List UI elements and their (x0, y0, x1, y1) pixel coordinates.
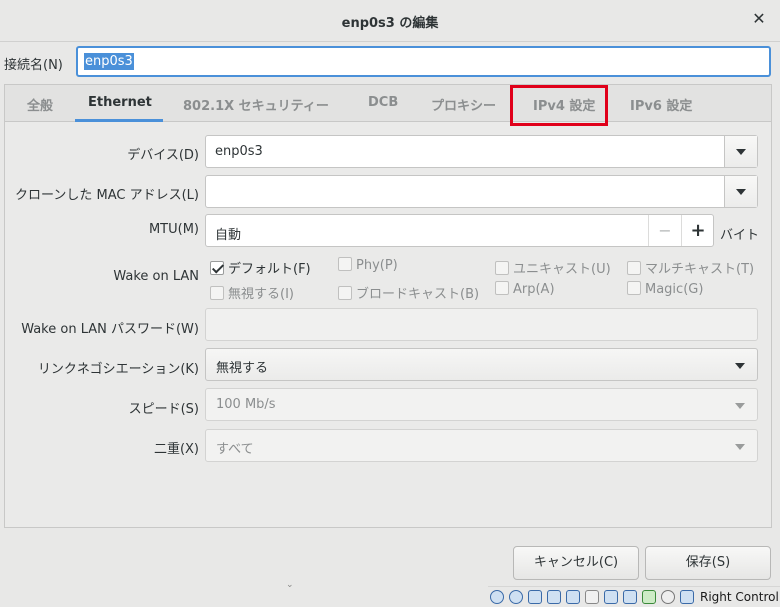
optical-drive-icon[interactable] (509, 590, 523, 604)
connection-name-input[interactable]: enp0s3 (76, 46, 771, 77)
checkbox-icon (627, 261, 641, 275)
display-icon[interactable] (604, 590, 618, 604)
ipv4-tab-highlight (510, 85, 608, 126)
device-combo[interactable]: enp0s3 (205, 135, 758, 168)
tab-general[interactable]: 全般 (27, 95, 53, 114)
wol-arp-checkbox[interactable]: Arp(A) (495, 281, 555, 297)
hard-disk-icon[interactable] (490, 590, 504, 604)
wol-unicast-checkbox[interactable]: ユニキャスト(U) (495, 258, 611, 277)
checkbox-icon (210, 286, 224, 300)
host-key-label: Right Control (700, 590, 779, 604)
mouse-integration-icon[interactable] (661, 590, 675, 604)
wol-default-checkbox[interactable]: デフォルト(F) (210, 258, 311, 277)
chevron-down-icon (735, 363, 745, 369)
checkbox-checked-icon (210, 261, 224, 275)
wol-multicast-label: マルチキャスト(T) (645, 262, 755, 277)
tab-ipv6-settings[interactable]: IPv6 設定 (630, 95, 692, 114)
wake-on-lan-label: Wake on LAN (113, 269, 199, 284)
duplex-dropdown[interactable]: すべて (205, 429, 758, 462)
checkbox-icon (338, 257, 352, 271)
device-value: enp0s3 (215, 144, 263, 159)
device-dropdown-button[interactable] (724, 136, 757, 167)
save-button[interactable]: 保存(S) (645, 546, 771, 580)
usb-icon[interactable] (566, 590, 580, 604)
link-negotiation-label: リンクネゴシエーション(K) (37, 362, 199, 377)
mtu-decrement-button[interactable]: − (648, 215, 681, 246)
chevron-down-icon (736, 189, 746, 195)
vm-status-bar: Right Control (488, 586, 780, 607)
checkbox-icon (495, 281, 509, 295)
wol-broadcast-label: ブロードキャスト(B) (356, 287, 480, 302)
wol-ignore-label: 無視する(I) (228, 287, 294, 302)
checkbox-icon (627, 281, 641, 295)
wol-broadcast-checkbox[interactable]: ブロードキャスト(B) (338, 283, 479, 302)
duplex-label: 二重(X) (153, 442, 199, 457)
wol-multicast-checkbox[interactable]: マルチキャスト(T) (627, 258, 754, 277)
checkbox-icon (338, 286, 352, 300)
chevron-down-icon (736, 149, 746, 155)
link-negotiation-value: 無視する (216, 361, 269, 376)
connection-name-value: enp0s3 (84, 53, 134, 70)
chevron-down-icon (735, 403, 745, 409)
wol-default-label: デフォルト(F) (228, 262, 311, 277)
device-label: デバイス(D) (127, 148, 199, 163)
close-icon[interactable]: ✕ (750, 10, 768, 28)
wol-magic-label: Magic(G) (645, 282, 704, 297)
link-negotiation-dropdown[interactable]: 無視する (205, 348, 758, 381)
video-capture-icon[interactable] (623, 590, 637, 604)
tab-proxy[interactable]: プロキシー (431, 95, 496, 114)
wol-password-label: Wake on LAN パスワード(W) (21, 322, 199, 337)
network-icon[interactable] (547, 590, 561, 604)
wol-ignore-checkbox[interactable]: 無視する(I) (210, 283, 294, 302)
mtu-unit: バイト (720, 228, 760, 243)
cloned-mac-combo[interactable] (205, 175, 758, 208)
active-tab-indicator (75, 119, 163, 122)
wol-magic-checkbox[interactable]: Magic(G) (627, 281, 703, 297)
mtu-spinbox[interactable]: 自動 − + (205, 214, 714, 247)
resize-handle-icon[interactable]: ⌄ (286, 580, 294, 590)
wol-arp-label: Arp(A) (513, 282, 555, 297)
shared-folders-icon[interactable] (585, 590, 599, 604)
wol-unicast-label: ユニキャスト(U) (513, 262, 611, 277)
tab-dcb[interactable]: DCB (368, 95, 398, 110)
speed-value: 100 Mb/s (216, 397, 276, 412)
window-title: enp0s3 の編集 (341, 16, 439, 31)
wol-phy-checkbox[interactable]: Phy(P) (338, 257, 398, 273)
mtu-increment-button[interactable]: + (681, 215, 714, 246)
speed-label: スピード(S) (128, 402, 199, 417)
cloned-mac-dropdown-button[interactable] (724, 176, 757, 207)
checkbox-icon (495, 261, 509, 275)
chevron-down-icon (735, 444, 745, 450)
title-bar: enp0s3 の編集 ✕ (0, 0, 780, 42)
duplex-value: すべて (216, 442, 254, 457)
cancel-button[interactable]: キャンセル(C) (513, 546, 639, 580)
wol-password-input[interactable] (205, 308, 758, 341)
cpu-icon[interactable] (642, 590, 656, 604)
tab-ethernet[interactable]: Ethernet (88, 95, 152, 110)
tab-8021x-security[interactable]: 802.1X セキュリティー (183, 95, 329, 114)
cloned-mac-label: クローンした MAC アドレス(L) (15, 188, 199, 203)
tab-bar: 全般 Ethernet 802.1X セキュリティー DCB プロキシー IPv… (5, 85, 771, 122)
speed-dropdown[interactable]: 100 Mb/s (205, 388, 758, 421)
mtu-value: 自動 (215, 228, 242, 243)
audio-icon[interactable] (528, 590, 542, 604)
connection-name-label: 接続名(N) (4, 58, 63, 73)
keyboard-icon[interactable] (680, 590, 694, 604)
wol-phy-label: Phy(P) (356, 258, 398, 273)
mtu-label: MTU(M) (148, 222, 199, 237)
